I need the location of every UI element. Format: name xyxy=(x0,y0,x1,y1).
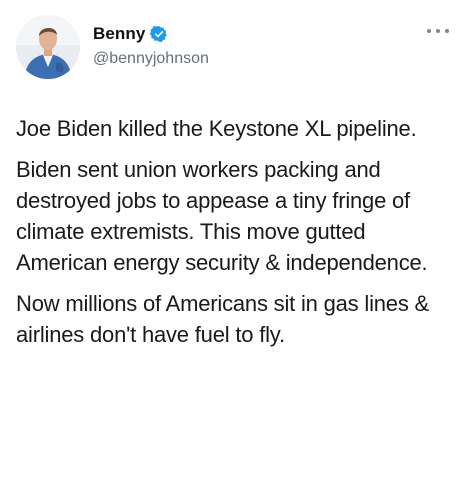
avatar-image xyxy=(16,15,80,79)
dot xyxy=(436,29,440,33)
tweet-paragraph: Now millions of Americans sit in gas lin… xyxy=(16,291,430,347)
author-handle[interactable]: @bennyjohnson xyxy=(93,50,209,68)
tweet-card: Benny @bennyjohnson Joe Biden killed the… xyxy=(0,0,469,500)
author-display-name[interactable]: Benny xyxy=(93,24,145,44)
tweet-text: Joe Biden killed the Keystone XL pipelin… xyxy=(16,113,456,350)
more-options-icon[interactable] xyxy=(427,26,449,36)
verified-badge-icon xyxy=(150,25,168,43)
dot xyxy=(445,29,449,33)
tweet-paragraph: Biden sent union workers packing and des… xyxy=(16,157,428,275)
dot xyxy=(427,29,431,33)
author-name-row[interactable]: Benny xyxy=(93,24,168,44)
tweet-paragraph: Joe Biden killed the Keystone XL pipelin… xyxy=(16,116,417,141)
avatar[interactable] xyxy=(16,15,80,79)
